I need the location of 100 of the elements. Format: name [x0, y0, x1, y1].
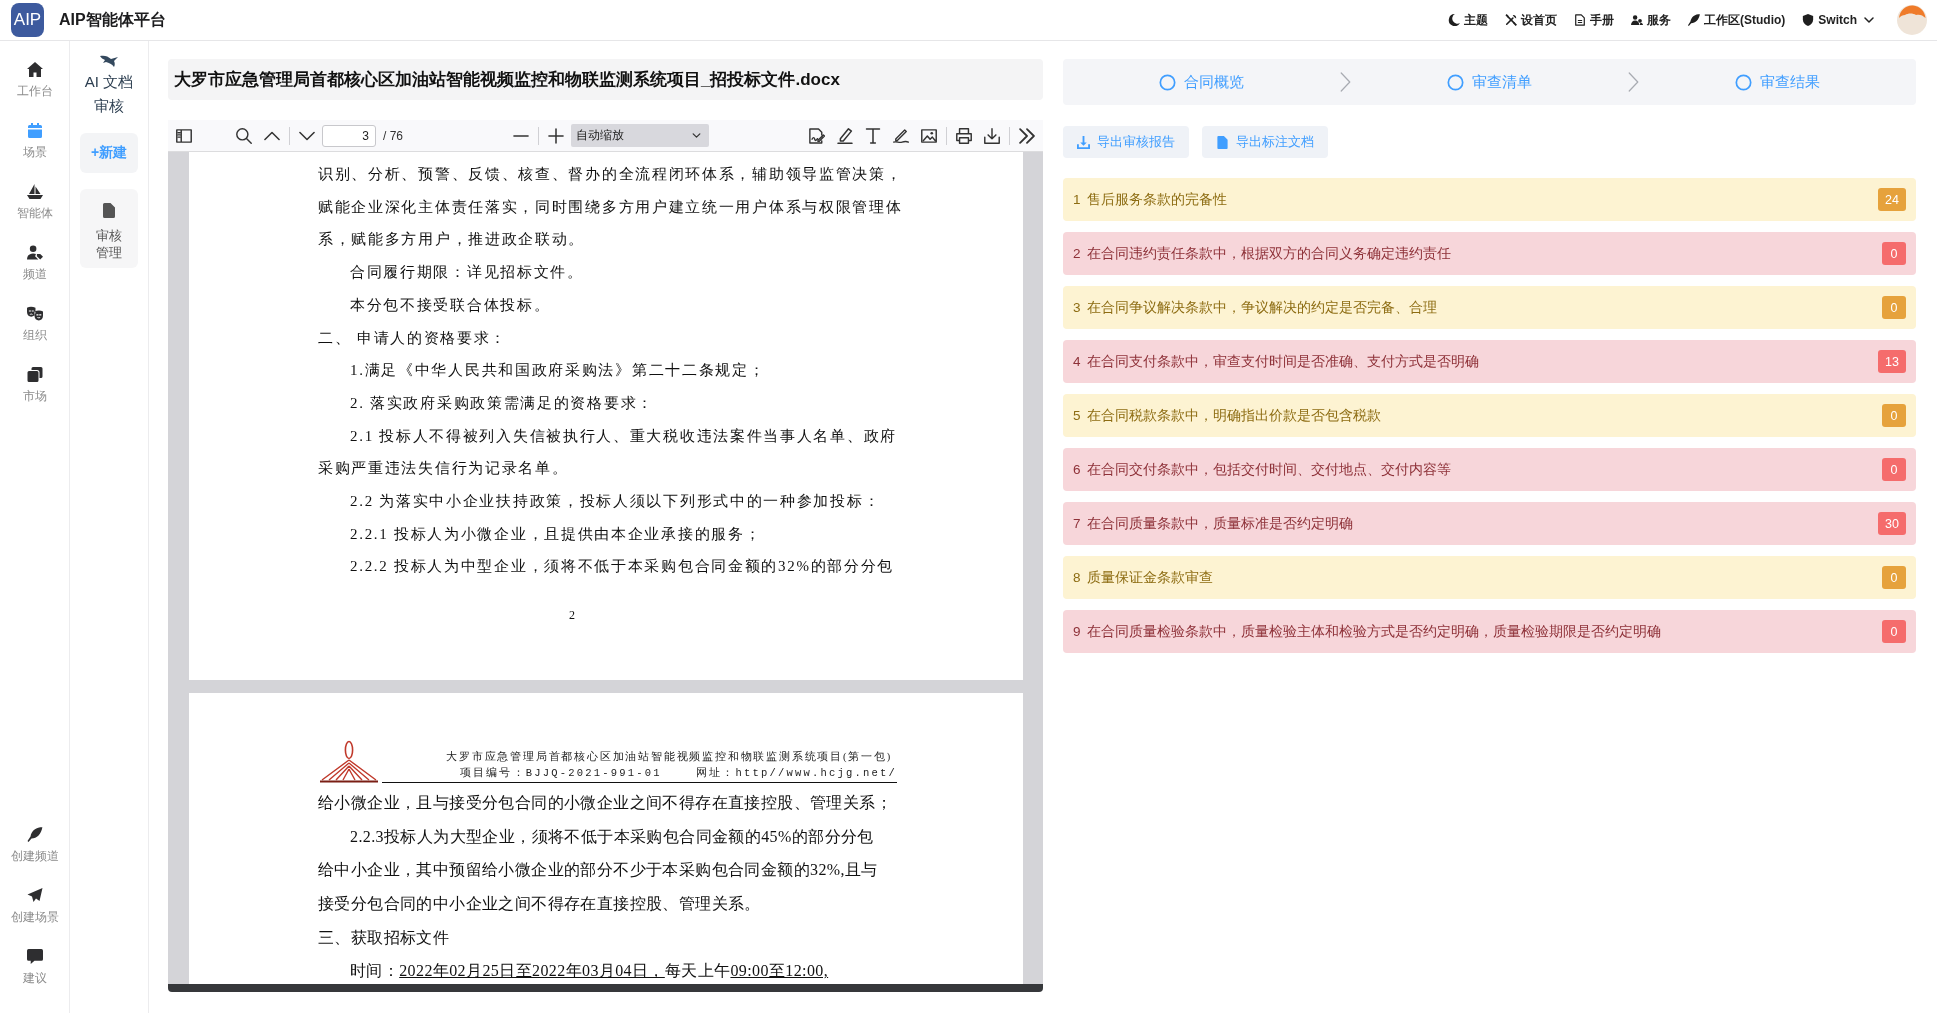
review-item[interactable]: 2 在合同违约责任条款中，根据双方的合同义务确定违约责任 0	[1063, 232, 1916, 275]
menu-item[interactable]: 审核管理	[80, 189, 138, 268]
document-text: 2.1 投标人不得被列入失信被执行人、重大税收违法案件当事人名单、政府	[350, 426, 897, 446]
workspace-link[interactable]: 工作区(Studio)	[1688, 11, 1786, 29]
nav-item[interactable]: 建议	[3, 939, 66, 1000]
item-number: 8	[1073, 570, 1081, 585]
service-link[interactable]: 服务	[1631, 11, 1671, 29]
nav-item[interactable]: 组织	[3, 296, 66, 357]
circle-icon	[1447, 73, 1464, 91]
document-text: 识别、分析、预警、反馈、核查、督办的全流程闭环体系，辅助领导监管决策，	[318, 165, 903, 184]
review-item[interactable]: 4 在合同支付条款中，审查支付时间是否准确、支付方式是否明确 13	[1063, 340, 1916, 383]
project-number: 项目编号：BJJQ-2021-991-01	[459, 766, 662, 782]
review-item[interactable]: 1 售后服务条款的完备性 24	[1063, 178, 1916, 221]
page-count: / 76	[383, 128, 403, 143]
masks-icon	[26, 306, 43, 321]
item-title: 在合同交付条款中，包括交付时间、交付地点、交付内容等	[1086, 460, 1451, 479]
review-item[interactable]: 5 在合同税款条款中，明确指出价款是否包含税款 0	[1063, 394, 1916, 437]
document-text: 给中小企业，其中预留给小微企业的部分不少于本采购包合同金额的32%,且与	[318, 860, 878, 881]
document-text: 本分包不接受联合体投标。	[350, 295, 551, 315]
document-text: 三、获取招标文件	[318, 927, 450, 948]
theme-button[interactable]: 主题	[1448, 11, 1488, 29]
step-tab[interactable]: 审查结果	[1735, 72, 1820, 92]
review-item[interactable]: 7 在合同质量条款中，质量标准是否约定明确 30	[1063, 502, 1916, 545]
image-icon	[921, 127, 937, 144]
item-number: 6	[1073, 462, 1081, 477]
bird-icon	[100, 55, 118, 67]
nav-item[interactable]: 工作台	[3, 52, 66, 113]
calendar-icon	[26, 123, 43, 138]
tools-icon	[1505, 14, 1517, 26]
document-title: 大罗市应急管理局首都核心区加油站智能视频监控和物联监测系统项目_招投标文件.docx	[168, 59, 1043, 100]
download-icon	[984, 127, 1000, 144]
manual-link[interactable]: 手册	[1574, 11, 1614, 29]
document-text: 时间：2022年02月25日至2022年03月04日，每天上午09:00至12:00,	[350, 961, 829, 982]
document-icon	[1574, 14, 1586, 26]
item-title: 在合同质量检验条款中，质量检验主体和检验方式是否约定明确，质量检验期限是否约定明确	[1086, 622, 1661, 641]
message-icon	[26, 949, 43, 964]
paper-plane-icon	[26, 888, 43, 903]
website-text: 网址：http//www.hcjg.net/	[695, 766, 897, 782]
nav-item[interactable]: 频道	[3, 235, 66, 296]
step-tab[interactable]: 合同概览	[1159, 72, 1244, 92]
document-text: 接受分包合同的中小企业之间不得存在直接控股、管理关系。	[318, 893, 761, 914]
document-text: 赋能企业深化主体责任落实，同时围绕多方用户建立统一用户体系与权限管理体	[318, 197, 903, 217]
users-icon	[1631, 14, 1643, 26]
item-title: 在合同质量条款中，质量标准是否约定明确	[1086, 514, 1353, 533]
download-icon	[1077, 135, 1090, 149]
count-badge: 30	[1878, 512, 1906, 535]
copy-icon	[26, 367, 43, 382]
page-number-field[interactable]: 3	[322, 124, 376, 147]
moon-icon	[1448, 14, 1460, 26]
set-home-button[interactable]: 设首页	[1505, 11, 1557, 29]
app-title: AIP智能体平台	[59, 9, 166, 30]
item-title: 在合同支付条款中，审查支付时间是否准确、支付方式是否明确	[1086, 352, 1479, 371]
nav-item[interactable]: 市场	[3, 357, 66, 418]
export-button[interactable]: 导出审核报告	[1063, 126, 1189, 158]
document-text: 给小微企业，且与接受分包合同的小微企业之间不得存在直接控股、管理关系；	[318, 793, 892, 814]
nav-item[interactable]: 创建频道	[3, 817, 66, 878]
document-text: 1.满足《中华人民共和国政府采购法》第二十二条规定；	[350, 361, 766, 381]
count-badge: 0	[1882, 566, 1906, 589]
app-title: AI 文档审核	[83, 72, 135, 116]
nav-item[interactable]: 创建场景	[3, 878, 66, 939]
item-number: 2	[1073, 246, 1081, 261]
letterhead-title: 大罗市应急管理局首都核心区加油站智能视频监控和物联监测系统项目(第一包)	[446, 750, 892, 765]
zoom-select[interactable]: 自动缩放	[571, 124, 709, 147]
sailboat-icon	[26, 184, 43, 199]
home-icon	[26, 62, 43, 77]
file-icon	[103, 203, 115, 218]
plus-icon	[548, 127, 564, 144]
new-button[interactable]: +新建	[80, 133, 138, 173]
review-item[interactable]: 8 质量保证金条款审查 0	[1063, 556, 1916, 599]
count-badge: 0	[1882, 242, 1906, 265]
item-number: 9	[1073, 624, 1081, 639]
count-badge: 0	[1882, 458, 1906, 481]
user-avatar[interactable]	[1897, 5, 1927, 35]
document-text: 2. 落实政府采购政策需满足的资格要求：	[350, 393, 654, 413]
feather-icon	[26, 827, 43, 842]
export-button[interactable]: 导出标注文档	[1202, 126, 1328, 158]
nav-item[interactable]: 智能体	[3, 174, 66, 235]
document-text: 2.2 为落实中小企业扶持政策，投标人须以下列形式中的一种参加投标：	[350, 492, 881, 512]
sidebar-icon	[176, 127, 192, 144]
signature-icon	[809, 127, 825, 144]
chevron-right-icon	[1628, 72, 1639, 92]
review-item[interactable]: 6 在合同交付条款中，包括交付时间、交付地点、交付内容等 0	[1063, 448, 1916, 491]
document-text: 系，赋能多方用户，推进政企联动。	[318, 230, 586, 250]
count-badge: 0	[1882, 296, 1906, 319]
printer-icon	[956, 127, 972, 144]
document-text: 2.2.2 投标人为中型企业，须将不低于本采购包合同金额的32%的部分分包	[350, 557, 895, 577]
switch-dropdown[interactable]: Switch	[1802, 13, 1874, 27]
review-item[interactable]: 3 在合同争议解决条款中，争议解决的约定是否完备、合理 0	[1063, 286, 1916, 329]
search-icon	[236, 127, 252, 144]
text-tool-icon	[865, 127, 881, 144]
circle-icon	[1735, 73, 1752, 91]
nav-item[interactable]: 场景	[3, 113, 66, 174]
item-title: 在合同争议解决条款中，争议解决的约定是否完备、合理	[1086, 298, 1437, 317]
step-tab[interactable]: 审查清单	[1447, 72, 1532, 92]
user-tag-icon	[26, 245, 43, 260]
item-title: 在合同税款条款中，明确指出价款是否包含税款	[1086, 406, 1381, 425]
item-number: 1	[1073, 192, 1081, 207]
review-item[interactable]: 9 在合同质量检验条款中，质量检验主体和检验方式是否约定明确，质量检验期限是否约定明确 0	[1063, 610, 1916, 653]
chevron-right-icon	[1340, 72, 1351, 92]
app-logo[interactable]: AIP	[11, 3, 44, 37]
